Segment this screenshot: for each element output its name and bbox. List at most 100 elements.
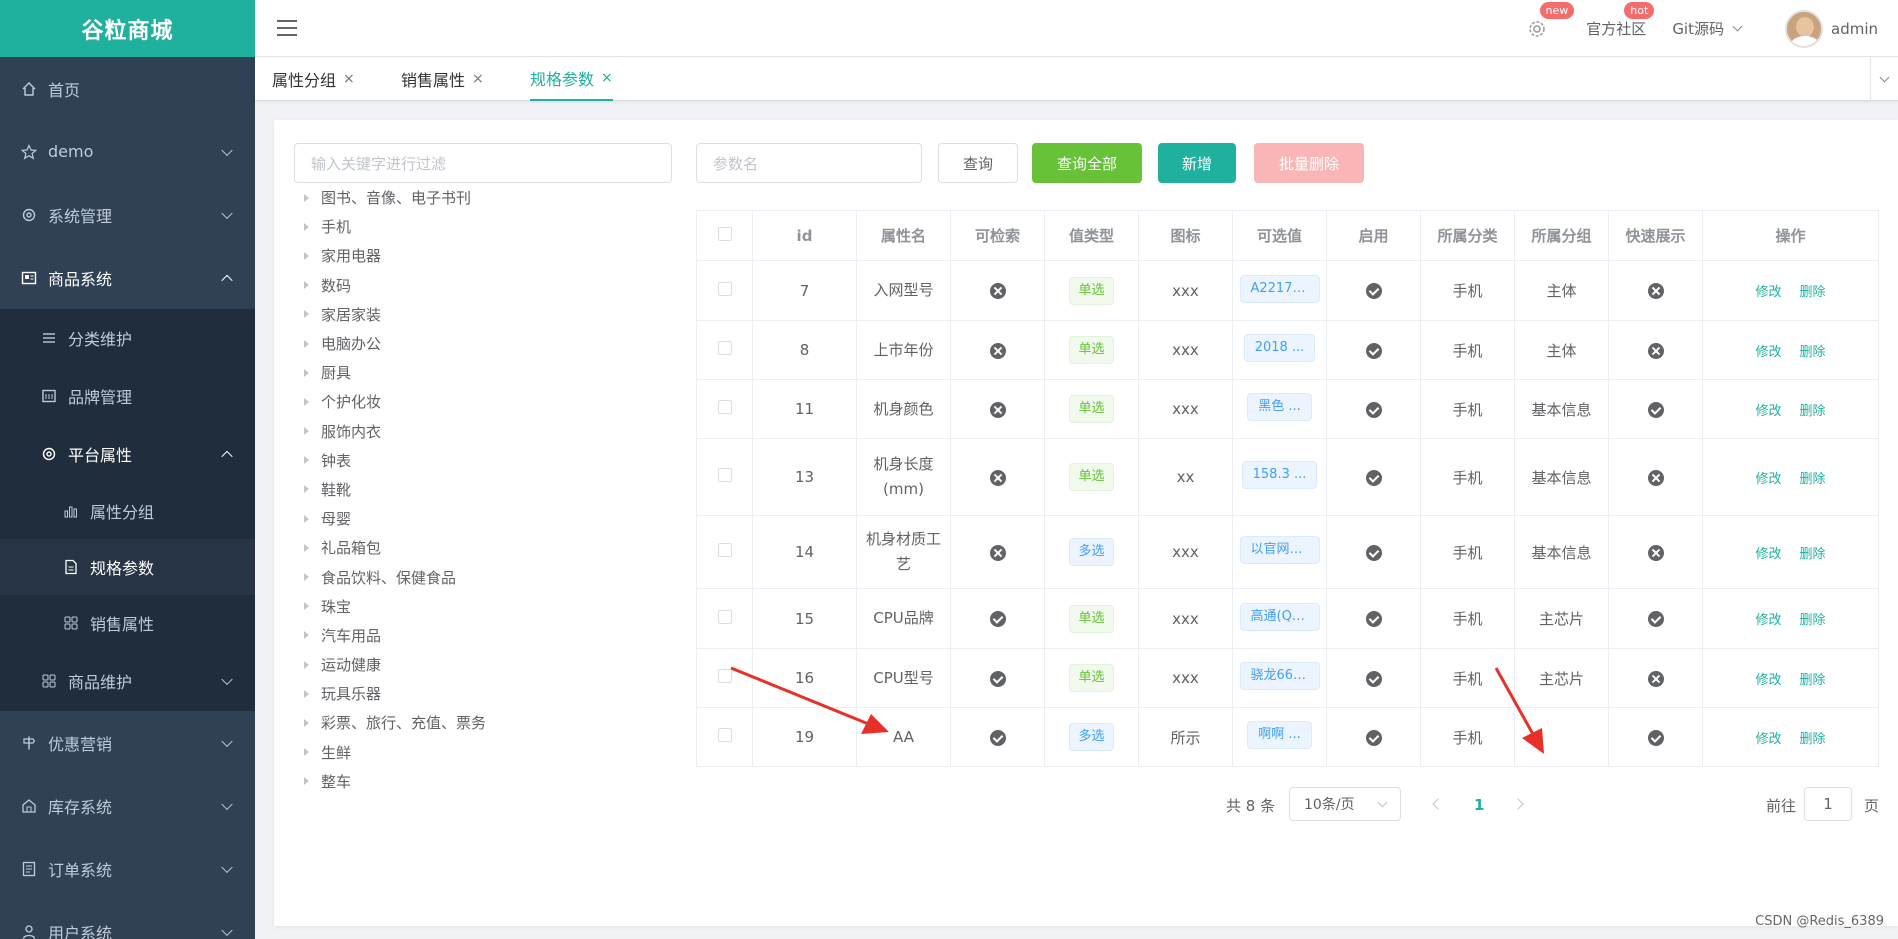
caret-right-icon[interactable]	[304, 456, 309, 465]
caret-right-icon[interactable]	[304, 689, 309, 698]
cell-values[interactable]: 骁龙665 ...	[1232, 648, 1327, 708]
caret-right-icon[interactable]	[304, 485, 309, 494]
caret-right-icon[interactable]	[304, 631, 309, 640]
values-tag[interactable]: 啊啊 ...	[1247, 721, 1312, 749]
prev-page-icon[interactable]	[1432, 798, 1444, 810]
sidebar-item-spec-params[interactable]: 规格参数	[0, 539, 255, 595]
tree-node[interactable]: 珠宝	[304, 592, 486, 621]
sidebar-item-system[interactable]: 系统管理	[0, 183, 255, 246]
delete-button[interactable]: 删除	[1800, 732, 1826, 747]
close-icon[interactable]: ×	[472, 71, 484, 87]
delete-button[interactable]: 删除	[1800, 547, 1826, 562]
cell-values[interactable]: A2217 ...	[1232, 260, 1327, 321]
caret-right-icon[interactable]	[304, 310, 309, 319]
caret-right-icon[interactable]	[304, 543, 309, 552]
sidebar-item-category[interactable]: 分类维护	[0, 309, 255, 367]
sidebar-item-goods-maintain[interactable]: 商品维护	[0, 651, 255, 711]
hamburger-icon[interactable]	[277, 20, 297, 36]
caret-right-icon[interactable]	[304, 193, 309, 202]
tree-node[interactable]: 彩票、旅行、充值、票务	[304, 708, 486, 737]
tree-node[interactable]: 电脑办公	[304, 329, 486, 358]
cell-values[interactable]: 高通(Qualcomm)	[1232, 588, 1327, 649]
caret-right-icon[interactable]	[304, 339, 309, 348]
caret-right-icon[interactable]	[304, 281, 309, 290]
values-tag[interactable]: 2018 ...	[1243, 334, 1316, 362]
sidebar-item-warehouse[interactable]: 库存系统	[0, 774, 255, 837]
row-checkbox[interactable]	[696, 707, 753, 767]
tab-sale-attr[interactable]: 销售属性 ×	[401, 57, 484, 101]
edit-button[interactable]: 修改	[1755, 673, 1781, 688]
caret-right-icon[interactable]	[304, 573, 309, 582]
tree-node[interactable]: 家用电器	[304, 241, 486, 270]
delete-button[interactable]: 删除	[1800, 345, 1826, 360]
tab-attr-group[interactable]: 属性分组 ×	[272, 57, 355, 101]
delete-button[interactable]: 删除	[1800, 613, 1826, 628]
select-all-checkbox[interactable]	[696, 210, 753, 261]
edit-button[interactable]: 修改	[1755, 732, 1781, 747]
next-page-icon[interactable]	[1512, 798, 1524, 810]
tree-node[interactable]: 运动健康	[304, 650, 486, 679]
row-checkbox[interactable]	[696, 320, 753, 380]
sidebar-item-platform-attr[interactable]: 平台属性	[0, 425, 255, 483]
query-button[interactable]: 查询	[938, 143, 1018, 183]
edit-button[interactable]: 修改	[1755, 345, 1781, 360]
tree-node[interactable]: 数码	[304, 271, 486, 300]
sidebar-item-coupon[interactable]: 优惠营销	[0, 711, 255, 774]
edit-button[interactable]: 修改	[1755, 404, 1781, 419]
values-tag[interactable]: 骁龙665 ...	[1239, 662, 1320, 690]
caret-right-icon[interactable]	[304, 660, 309, 669]
edit-button[interactable]: 修改	[1755, 285, 1781, 300]
values-tag[interactable]: 158.3 ...	[1241, 461, 1318, 489]
row-checkbox[interactable]	[696, 515, 753, 589]
values-tag[interactable]: A2217 ...	[1239, 274, 1320, 303]
sidebar-item-home[interactable]: 首页	[0, 57, 255, 120]
values-tag[interactable]: 高通(Qualcomm)	[1239, 602, 1320, 631]
tree-node[interactable]: 图书、音像、电子书刊	[304, 183, 486, 212]
tree-node[interactable]: 玩具乐器	[304, 679, 486, 708]
tree-node[interactable]: 手机	[304, 212, 486, 241]
tree-node[interactable]: 生鲜	[304, 738, 486, 767]
edit-button[interactable]: 修改	[1755, 472, 1781, 487]
caret-right-icon[interactable]	[304, 602, 309, 611]
tab-spec-params[interactable]: 规格参数 ×	[530, 57, 613, 101]
caret-right-icon[interactable]	[304, 777, 309, 786]
page-number-current[interactable]: 1	[1474, 788, 1484, 822]
tree-node[interactable]: 个护化妆	[304, 387, 486, 416]
sidebar-item-order[interactable]: 订单系统	[0, 837, 255, 900]
tree-node[interactable]: 母婴	[304, 504, 486, 533]
sidebar-item-demo[interactable]: demo	[0, 120, 255, 183]
sidebar-item-goods[interactable]: 商品系统	[0, 246, 255, 309]
caret-right-icon[interactable]	[304, 368, 309, 377]
cell-values[interactable]: 2018 ...	[1232, 320, 1327, 380]
row-checkbox[interactable]	[696, 648, 753, 708]
cell-values[interactable]: 158.3 ...	[1232, 438, 1327, 516]
tree-node[interactable]: 服饰内衣	[304, 417, 486, 446]
settings-link[interactable]: new	[1526, 1, 1575, 40]
row-checkbox[interactable]	[696, 260, 753, 321]
caret-right-icon[interactable]	[304, 748, 309, 757]
tree-filter-input[interactable]: 输入关键字进行过滤	[294, 143, 672, 183]
delete-button[interactable]: 删除	[1800, 673, 1826, 688]
caret-right-icon[interactable]	[304, 222, 309, 231]
caret-right-icon[interactable]	[304, 718, 309, 727]
values-tag[interactable]: 黑色 ...	[1247, 393, 1312, 421]
caret-right-icon[interactable]	[304, 514, 309, 523]
edit-button[interactable]: 修改	[1755, 613, 1781, 628]
row-checkbox[interactable]	[696, 379, 753, 439]
tree-node[interactable]: 食品饮料、保健食品	[304, 562, 486, 591]
sidebar-item-user[interactable]: 用户系统	[0, 900, 255, 939]
tabs-dropdown-button[interactable]	[1870, 57, 1898, 101]
close-icon[interactable]: ×	[601, 70, 613, 86]
caret-right-icon[interactable]	[304, 427, 309, 436]
tree-node[interactable]: 钟表	[304, 446, 486, 475]
sidebar-item-brand[interactable]: 品牌管理	[0, 367, 255, 425]
tree-node[interactable]: 汽车用品	[304, 621, 486, 650]
user-menu[interactable]: admin	[1785, 9, 1878, 48]
values-tag[interactable]: 以官网信息为准	[1239, 536, 1320, 564]
tree-node[interactable]: 礼品箱包	[304, 533, 486, 562]
sidebar-item-sale-attr[interactable]: 销售属性	[0, 595, 255, 651]
query-all-button[interactable]: 查询全部	[1032, 143, 1142, 183]
close-icon[interactable]: ×	[343, 71, 355, 87]
delete-button[interactable]: 删除	[1800, 404, 1826, 419]
cell-values[interactable]: 以官网信息为准	[1232, 515, 1327, 589]
